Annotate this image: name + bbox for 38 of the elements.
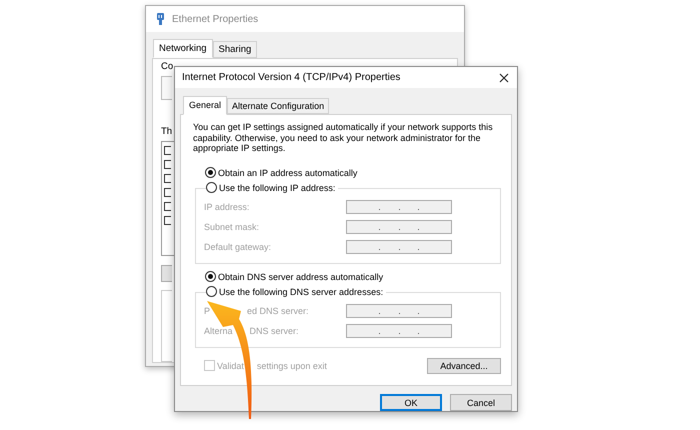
dialog-button[interactable]: Cancel (450, 394, 512, 411)
checkbox-icon (164, 216, 171, 225)
tab[interactable]: General (183, 96, 228, 115)
radio-label[interactable]: Use the following IP address: (219, 182, 336, 192)
advanced-button[interactable]: Advanced... (427, 358, 501, 374)
radio-button[interactable] (205, 167, 216, 178)
ethernet-icon (156, 12, 165, 26)
checkbox-icon (164, 160, 171, 169)
checkbox-icon (164, 188, 171, 197)
tab[interactable]: Alternate Configuration (227, 98, 330, 114)
radio-label[interactable]: Use the following DNS server addresses: (219, 286, 384, 296)
label: Co (161, 61, 174, 72)
label: Th (161, 126, 172, 137)
adapter-field (161, 76, 172, 100)
field-label: P (204, 306, 210, 316)
close-icon[interactable] (499, 72, 509, 82)
field-label: DNS server: (250, 326, 299, 336)
field-label: ed DNS server: (247, 306, 309, 316)
radio-button[interactable] (205, 271, 216, 282)
radio-button[interactable] (206, 182, 217, 193)
field-label: Alterna (204, 326, 233, 336)
checkbox-icon (164, 174, 171, 183)
radio-label[interactable]: Obtain DNS server address automatically (218, 272, 384, 282)
description-text: You can get IP settings assigned automatically if your network supports this capability. Otherwise, you need to ask your network administrator for the appropriate IP settings. (193, 122, 493, 154)
tab[interactable]: Sharing (212, 41, 258, 58)
checkbox-icon (164, 202, 171, 211)
dialog-button[interactable]: OK (380, 394, 442, 411)
checkbox-label: settings upon exit (256, 360, 327, 370)
checkbox-label: Validat (217, 360, 244, 370)
field-label: IP address: (204, 202, 250, 212)
field-label: Subnet mask: (204, 222, 260, 232)
dialog-title: Internet Protocol Version 4 (TCP/IPv4) Properties (182, 72, 400, 83)
field-label: Default gateway: (204, 242, 272, 252)
tab[interactable]: Networking (153, 39, 213, 58)
radio-label[interactable]: Obtain an IP address automatically (218, 168, 358, 178)
window-title: Ethernet Properties (172, 14, 258, 24)
radio-button[interactable] (206, 286, 217, 297)
checkbox-icon (164, 146, 171, 155)
